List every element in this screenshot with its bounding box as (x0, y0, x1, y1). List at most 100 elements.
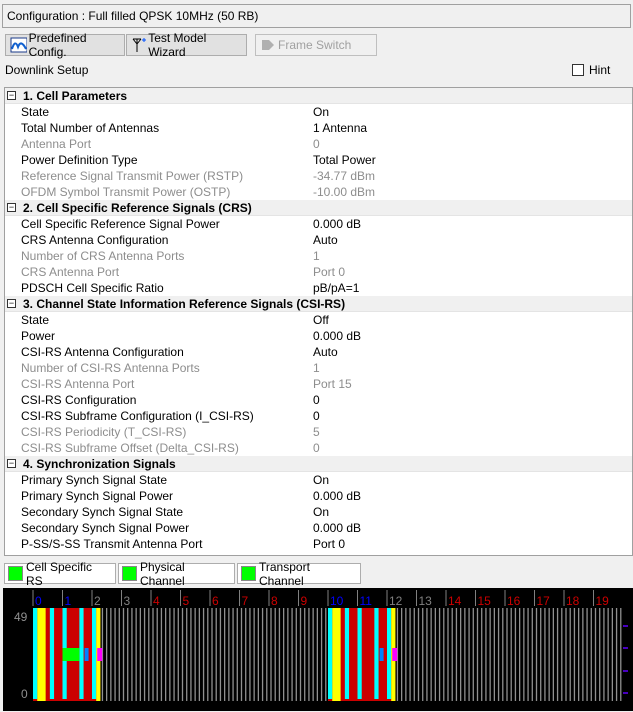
waveform-icon (10, 37, 27, 53)
predefined-config-button[interactable]: Predefined Config. (5, 31, 125, 59)
color-swatch (241, 566, 256, 581)
property-name: CSI-RS Antenna Port (21, 377, 135, 391)
property-name: Reference Signal Transmit Power (RSTP) (21, 169, 244, 183)
crs-block (79, 608, 84, 699)
property-value[interactable]: 0 (313, 392, 320, 408)
property-row[interactable]: State Off (5, 312, 632, 328)
downlink-setup-label: Downlink Setup (5, 63, 89, 77)
slot-label: 16 (507, 594, 521, 608)
property-row[interactable]: Power Definition Type Total Power (5, 152, 632, 168)
property-name: Power (21, 329, 56, 343)
property-value[interactable]: 0.000 dB (313, 328, 361, 344)
property-value[interactable]: 0.000 dB (313, 216, 361, 232)
property-name: CSI-RS Periodicity (T_CSI-RS) (21, 425, 187, 439)
collapse-icon[interactable]: − (7, 203, 16, 212)
frame-switch-button[interactable]: Frame Switch (255, 34, 377, 56)
property-row[interactable]: Primary Synch Signal State On (5, 472, 632, 488)
property-value: 0 (313, 441, 320, 455)
property-value[interactable]: On (313, 104, 329, 120)
property-value[interactable]: Off (313, 312, 329, 328)
predefined-config-label: Predefined Config. (28, 31, 87, 59)
property-row: CSI-RS Subframe Offset (Delta_CSI-RS) 0 (5, 440, 632, 456)
property-value[interactable]: Port 0 (313, 536, 345, 552)
property-value[interactable]: 0.000 dB (313, 520, 361, 536)
property-value[interactable]: Total Power (313, 152, 376, 168)
legend-tab-transport-channel[interactable]: Transport Channel (237, 560, 361, 588)
property-row[interactable]: Secondary Synch Signal Power 0.000 dB (5, 520, 632, 536)
property-name: Primary Synch Signal Power (21, 489, 174, 503)
property-row: CSI-RS Antenna Port Port 15 (5, 376, 632, 392)
property-row: Antenna Port 0 (5, 136, 632, 152)
property-value: Port 0 (313, 265, 346, 279)
crs-block (49, 608, 55, 699)
crs-block (344, 608, 350, 699)
crs-block (374, 608, 379, 699)
property-row[interactable]: Secondary Synch Signal State On (5, 504, 632, 520)
property-value[interactable]: 1 Antenna (313, 120, 367, 136)
property-row: Number of CRS Antenna Ports 1 (5, 248, 632, 264)
property-row[interactable]: CRS Antenna Configuration Auto (5, 232, 632, 248)
property-row[interactable]: Cell Specific Reference Signal Power 0.00… (5, 216, 632, 232)
property-name: OFDM Symbol Transmit Power (OSTP) (21, 185, 231, 199)
slot-label: 8 (271, 594, 278, 608)
property-row[interactable]: CSI-RS Subframe Configuration (I_CSI-RS)… (5, 408, 632, 424)
configuration-display: Configuration : Full filled QPSK 10MHz (… (2, 4, 631, 28)
tab-label: Cell Specific RS (26, 559, 93, 588)
test-model-wizard-button[interactable]: Test Model Wizard (126, 31, 247, 59)
property-value: 1 (313, 249, 320, 263)
property-value[interactable]: On (313, 504, 329, 520)
property-name: PDSCH Cell Specific Ratio (21, 281, 164, 295)
property-value[interactable]: Auto (313, 232, 338, 248)
property-row[interactable]: State On (5, 104, 632, 120)
section-header[interactable]: −2. Cell Specific Reference Signals (CRS… (5, 200, 632, 216)
slot-label: 0 (35, 594, 42, 608)
hint-checkbox[interactable]: Hint (572, 63, 610, 77)
frame-resource-view: 0 1 2 3 4 5 6 7 8 9 10 11 12 13 14 15 16 17 18 19490 (3, 588, 633, 711)
property-name: Power Definition Type (21, 153, 138, 167)
slot-label: 1 (65, 594, 72, 608)
property-row: OFDM Symbol Transmit Power (OSTP) -10.00 … (5, 184, 632, 200)
property-value[interactable]: pB/pA=1 (313, 280, 359, 296)
collapse-icon[interactable]: − (7, 459, 16, 468)
property-row[interactable]: CSI-RS Antenna Configuration Auto (5, 344, 632, 360)
section-title: 3. Channel State Information Reference S… (23, 297, 346, 311)
collapse-icon[interactable]: − (7, 299, 16, 308)
property-row[interactable]: CSI-RS Configuration 0 (5, 392, 632, 408)
collapse-icon[interactable]: − (7, 91, 16, 100)
property-name: State (21, 105, 50, 119)
property-value[interactable]: On (313, 472, 329, 488)
property-row[interactable]: PDSCH Cell Specific Ratio pB/pA=1 (5, 280, 632, 296)
property-name: Total Number of Antennas (21, 121, 160, 135)
pss-block (97, 648, 103, 661)
slot-label: 15 (478, 594, 492, 608)
downlink-property-grid: −1. Cell Parameters State On Total Number o… (4, 87, 633, 556)
property-name: Number of CRS Antenna Ports (21, 249, 185, 263)
property-value: 5 (313, 425, 320, 439)
property-value: Port 15 (313, 377, 352, 391)
checkbox-box[interactable] (572, 64, 584, 76)
pdcch-block (37, 608, 46, 701)
property-row: CSI-RS Periodicity (T_CSI-RS) 5 (5, 424, 632, 440)
crs-block (33, 608, 38, 699)
frame-switch-label: Frame Switch (278, 38, 352, 52)
property-name: Antenna Port (21, 137, 92, 151)
property-value: 1 (313, 361, 320, 375)
crs-block (92, 608, 97, 699)
property-value[interactable]: 0 (313, 408, 320, 424)
section-header[interactable]: −3. Channel State Information Reference … (5, 296, 632, 312)
sss-block (379, 648, 384, 661)
property-value[interactable]: Auto (313, 344, 338, 360)
property-row[interactable]: Power 0.000 dB (5, 328, 632, 344)
section-header[interactable]: −1. Cell Parameters (5, 88, 632, 104)
property-value: -34.77 dBm (313, 169, 376, 183)
legend-tab-cell-specific-rs[interactable]: Cell Specific RS (4, 560, 116, 588)
slot-label: 12 (389, 594, 403, 608)
section-header[interactable]: −4. Synchronization Signals (5, 456, 632, 472)
property-row[interactable]: P-SS/S-SS Transmit Antenna Port Port 0 (5, 536, 632, 552)
property-row[interactable]: Total Number of Antennas 1 Antenna (5, 120, 632, 136)
frame-switch-icon (262, 40, 274, 50)
property-value[interactable]: 0.000 dB (313, 488, 361, 504)
legend-tab-physical-channel[interactable]: Physical Channel (118, 560, 235, 588)
property-value: -10.00 dBm (313, 185, 376, 199)
property-row[interactable]: Primary Synch Signal Power 0.000 dB (5, 488, 632, 504)
